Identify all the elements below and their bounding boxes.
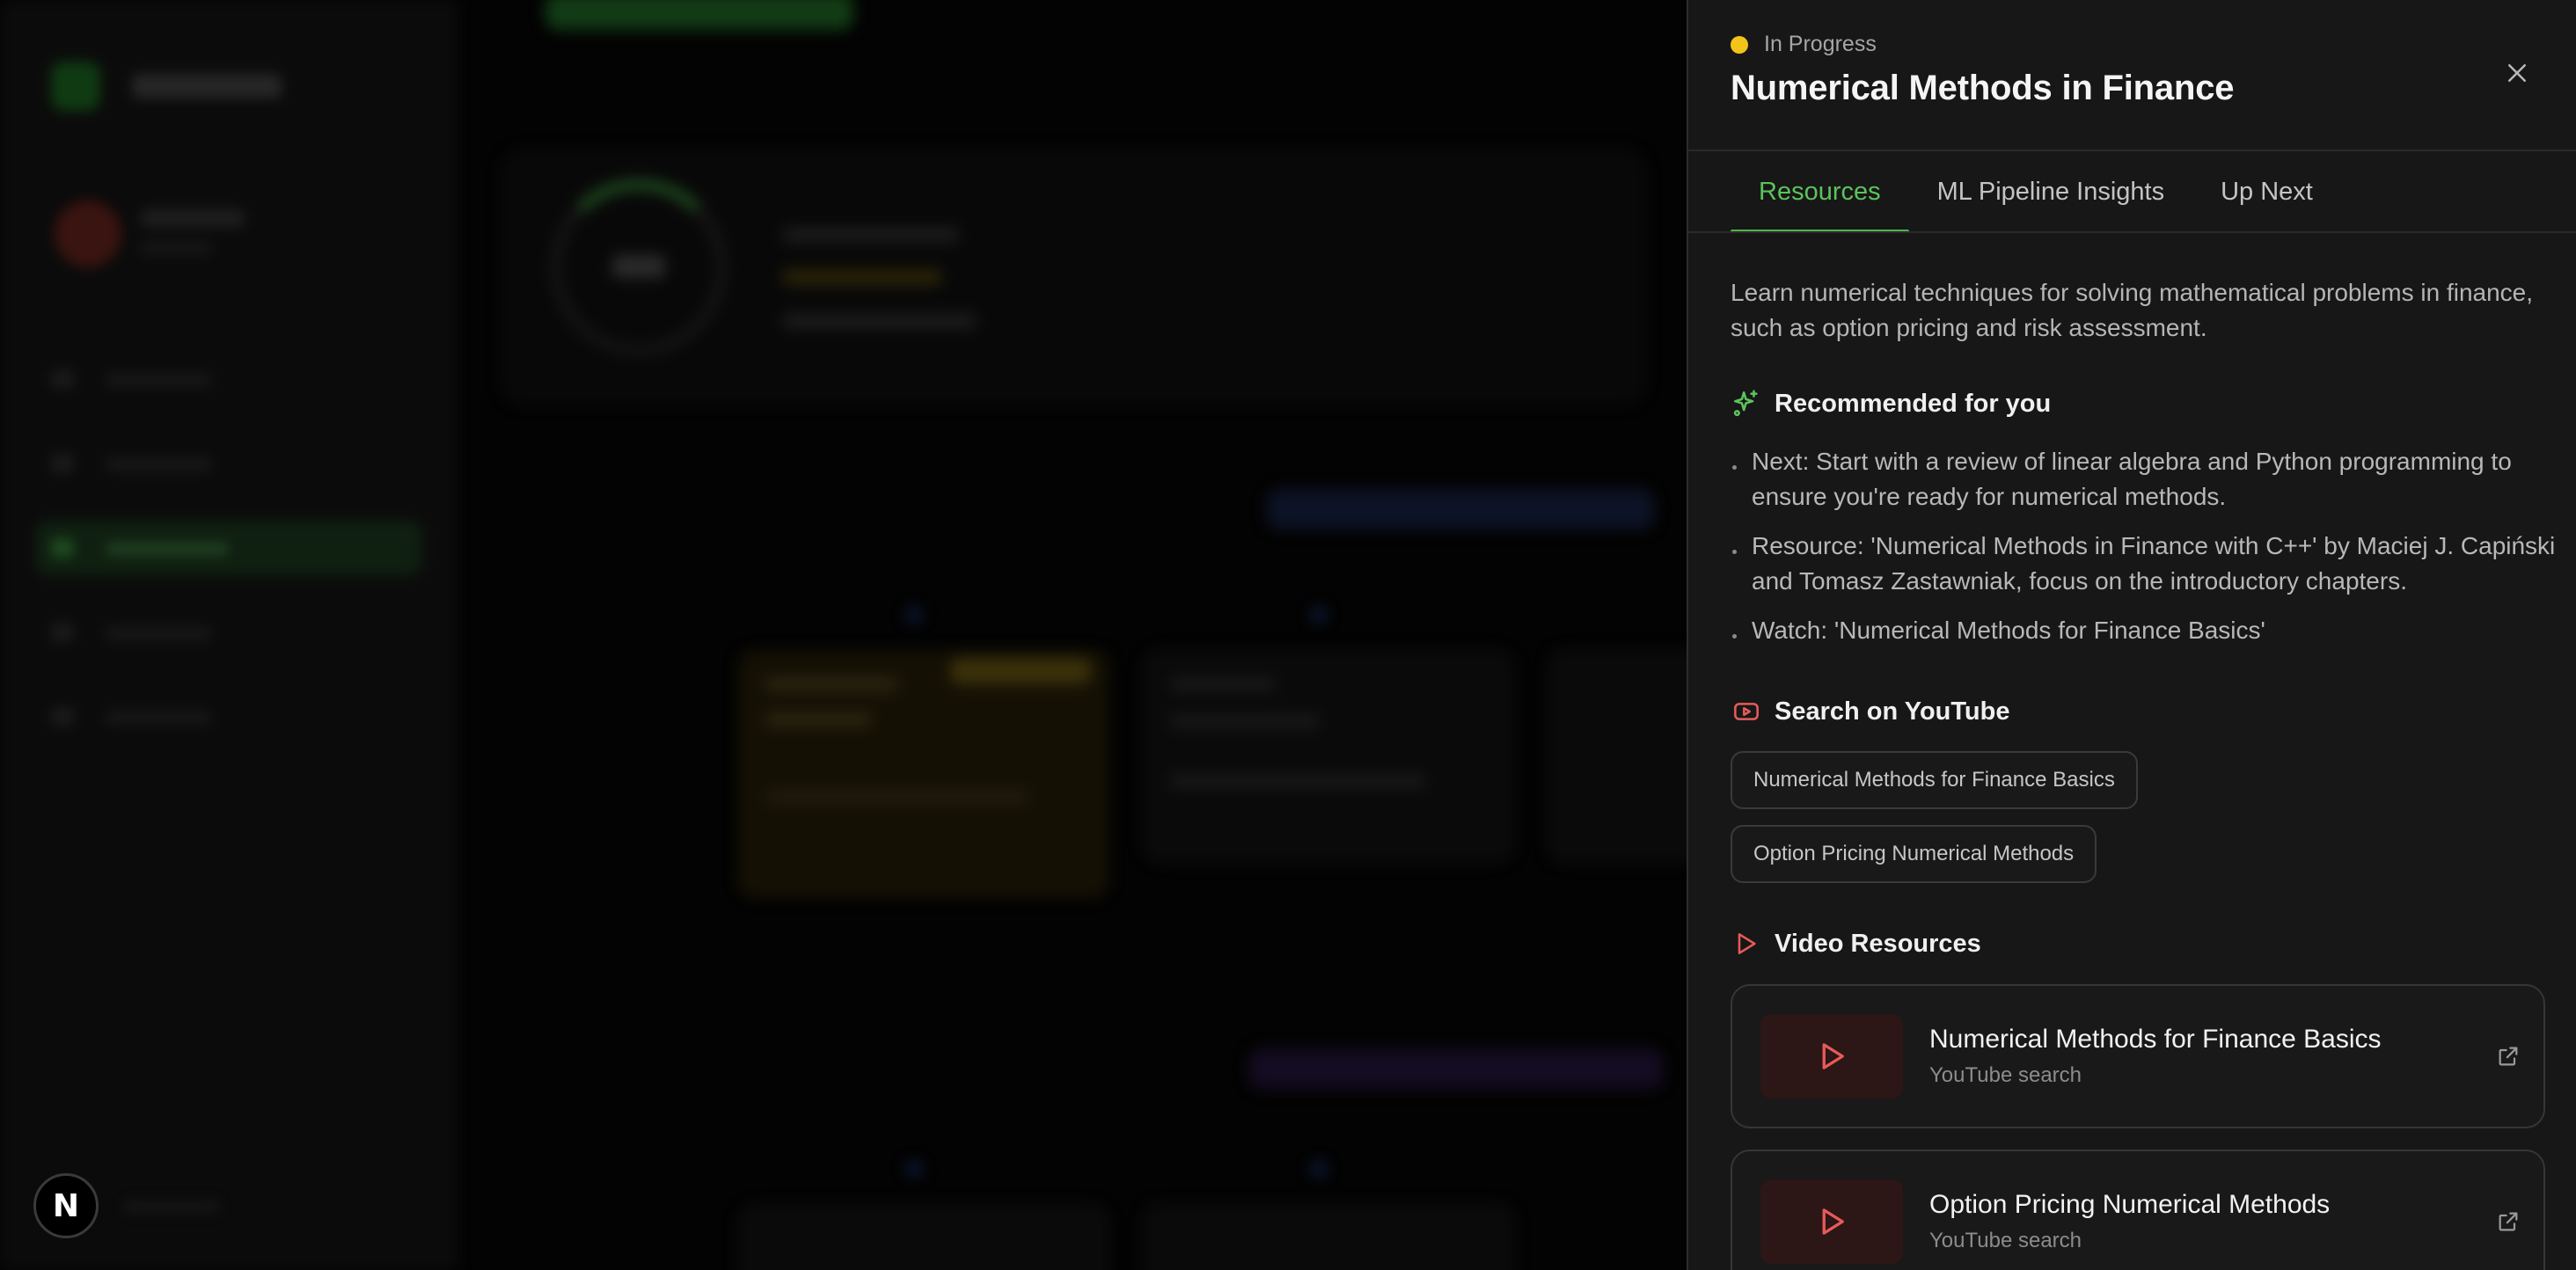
topic-description: Learn numerical techniques for solving m… [1731,279,2534,341]
play-icon [1822,1208,1844,1235]
video-source: YouTube search [1929,1063,2082,1087]
close-icon [2508,64,2526,82]
sidebar-item-active [35,521,422,575]
connector-dot [906,607,922,623]
drawer-tabs: Resources ML Pipeline Insights Up Next [1731,151,2341,233]
external-link-icon[interactable] [2494,1042,2522,1070]
connector-dot [1311,607,1327,623]
progress-ring-value [612,255,665,278]
legend-line [783,227,959,243]
node-title-placeholder [1170,677,1276,691]
status-row: In Progress [1731,32,1877,57]
connector-dot [1311,1161,1327,1177]
list-item: Watch: 'Numerical Methods for Finance Ba… [1731,613,2558,648]
video-source: YouTube search [1929,1229,2082,1252]
drawer-title: Numerical Methods in Finance [1731,69,2235,107]
background-chip [1249,1048,1663,1089]
status-text: In Progress [1764,32,1877,56]
video-thumbnail [1760,1179,1903,1264]
external-link-icon[interactable] [2494,1208,2522,1236]
app-logo-text [132,74,282,99]
user-subtitle-placeholder [141,241,211,255]
youtube-search-heading: Search on YouTube [1731,696,2010,727]
youtube-search-chip[interactable]: Numerical Methods for Finance Basics [1731,751,2138,809]
video-thumbnail [1760,1014,1903,1098]
list-item: Next: Start with a review of linear alge… [1731,444,2558,515]
background-chip [1267,489,1654,529]
play-icon [1731,928,1762,960]
recommendation-list: Next: Start with a review of linear alge… [1731,444,2558,662]
sidebar-item [35,436,422,491]
node-title-placeholder [765,712,871,726]
sparkles-icon [1731,388,1762,420]
recommended-title: Recommended for you [1775,389,2052,418]
video-title: Numerical Methods for Finance Basics [1929,1025,2382,1054]
video-title: Option Pricing Numerical Methods [1929,1190,2331,1219]
video-resources-heading: Video Resources [1731,928,1981,960]
connector-dot [906,1161,922,1177]
user-name-placeholder [141,209,245,227]
sidebar-item [35,352,422,406]
video-resources-title: Video Resources [1775,929,1981,958]
youtube-search-chip[interactable]: Option Pricing Numerical Methods [1731,825,2097,883]
background-node [1144,1205,1513,1270]
video-card[interactable]: Numerical Methods for Finance Basics You… [1731,984,2545,1128]
nextjs-badge-letter: N [52,1187,80,1224]
video-card[interactable]: Option Pricing Numerical Methods YouTube… [1731,1150,2545,1270]
tabs-divider [1688,231,2576,233]
node-text-placeholder [1170,774,1425,788]
recommended-heading: Recommended for you [1731,388,2051,420]
youtube-search-title: Search on YouTube [1775,697,2010,726]
background-tag [950,658,1091,684]
node-text-placeholder [765,790,1029,804]
background-node [739,1205,1109,1270]
tab-up-next[interactable]: Up Next [2192,151,2341,232]
status-dot-icon [1731,35,1748,54]
badge-text-placeholder [123,1200,220,1214]
resource-drawer: In Progress Numerical Methods in Finance… [1687,0,2576,1270]
play-icon [1822,1043,1844,1069]
nextjs-badge-icon[interactable]: N [33,1173,99,1238]
tab-ml-pipeline-insights[interactable]: ML Pipeline Insights [1909,151,2192,232]
youtube-icon [1731,696,1762,727]
legend-line [783,269,941,285]
drawer-header: In Progress Numerical Methods in Finance [1688,0,2576,151]
avatar [55,201,121,267]
node-title-placeholder [1170,714,1320,728]
close-button[interactable] [2495,51,2539,95]
background-sidebar [0,0,457,1270]
app-logo-icon [51,62,100,111]
node-title-placeholder [765,677,897,691]
list-item: Resource: 'Numerical Methods in Finance … [1731,529,2558,599]
background-top-button [545,0,853,30]
background-app [0,0,1687,1270]
legend-line [783,313,977,329]
background-node [1548,651,1687,862]
background-main [475,0,1687,1270]
tab-resources[interactable]: Resources [1731,151,1909,233]
sidebar-item [35,605,422,660]
sidebar-item [35,690,422,744]
